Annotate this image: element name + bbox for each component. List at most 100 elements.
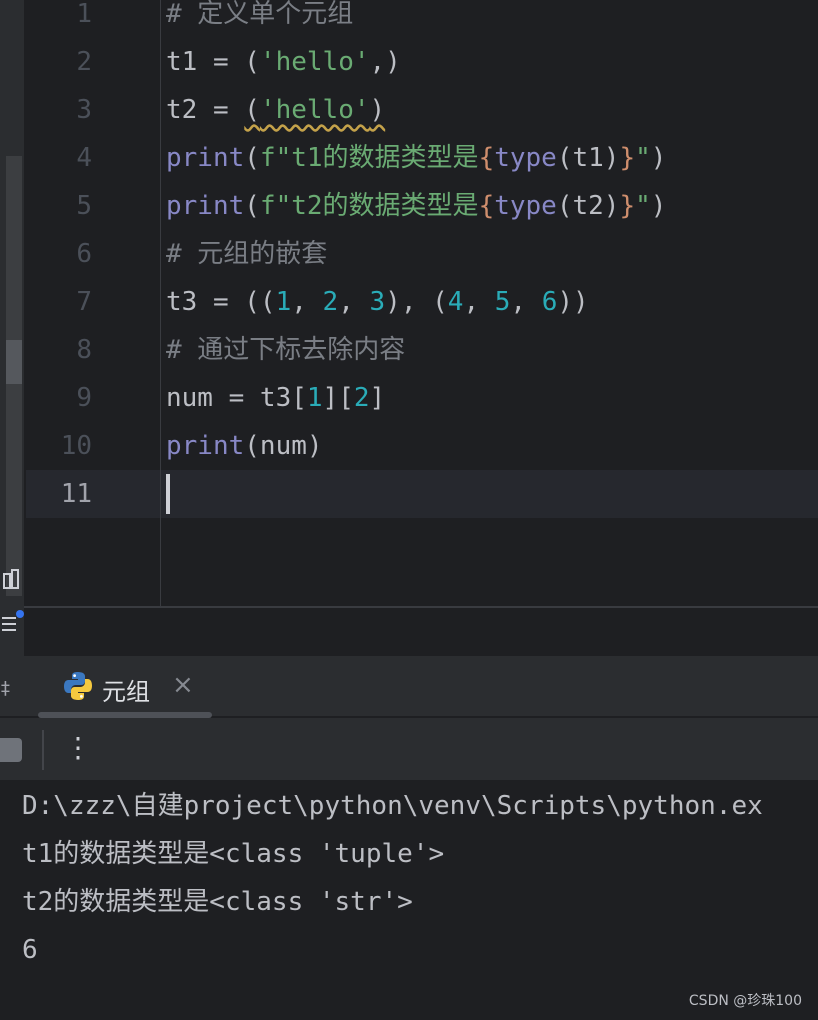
code-token: # 元组的嵌套 (166, 239, 328, 269)
code-token: print (166, 143, 245, 173)
line-number: 5 (76, 191, 92, 221)
run-toolbar: ⋮ (0, 718, 818, 780)
code-token: 2 (353, 383, 370, 413)
code-token: ( (244, 95, 260, 125)
code-token: ) (650, 191, 667, 221)
line-number: 8 (76, 335, 92, 365)
console-line: t2的数据类型是<class 'str'> (22, 887, 413, 917)
tool-window-marker: ‡ (0, 678, 11, 699)
code-text[interactable]: # 通过下标去除内容 (166, 326, 405, 374)
code-editor[interactable]: 1 # 定义单个元组 2 t1 = ('hello',) 3 t2 = ('hello')… (0, 0, 818, 606)
code-token: t2 = (166, 95, 245, 125)
code-token: 1 (275, 287, 292, 317)
tab-run-config[interactable]: 元组 × (40, 656, 212, 716)
code-line[interactable]: 2 t1 = ('hello',) (0, 38, 818, 86)
code-token: 'hello' (259, 47, 370, 77)
close-icon[interactable]: × (172, 670, 194, 700)
code-token: 2 (322, 287, 339, 317)
scrollbar-thumb[interactable] (6, 340, 22, 384)
bookmarks-icon[interactable] (0, 608, 24, 636)
line-number: 2 (76, 47, 92, 77)
code-token: 5 (494, 287, 511, 317)
structure-icon[interactable] (2, 568, 22, 592)
line-number: 10 (60, 431, 92, 461)
code-text[interactable]: num = t3[1][2] (166, 374, 385, 422)
code-line[interactable]: 7 t3 = ((1, 2, 3), (4, 5, 6)) (0, 278, 818, 326)
code-token: ) (369, 95, 386, 125)
code-token: , (510, 287, 542, 317)
more-options-icon[interactable]: ⋮ (64, 732, 92, 766)
code-token: print (166, 431, 245, 461)
code-token: print (166, 191, 245, 221)
code-text[interactable]: t2 = ('hello') (166, 86, 385, 134)
code-token: } (619, 143, 636, 173)
code-token: (num) (244, 431, 323, 461)
code-line[interactable]: 1 # 定义单个元组 (0, 0, 818, 38)
code-token: num = t3[ (166, 383, 307, 413)
code-text[interactable]: print(f"t1的数据类型是{type(t1)}") (166, 134, 666, 182)
code-text[interactable]: print(f"t2的数据类型是{type(t2)}") (166, 182, 666, 230)
code-line[interactable]: 9 num = t3[1][2] (0, 374, 818, 422)
code-token: (t1) (556, 143, 620, 173)
code-token: , (291, 287, 323, 317)
code-token: (t2) (556, 191, 620, 221)
gutter-divider (160, 0, 161, 606)
code-token: ( (244, 191, 260, 221)
code-line[interactable]: 4 print(f"t1的数据类型是{type(t1)}") (0, 134, 818, 182)
code-text[interactable]: t3 = ((1, 2, 3), (4, 5, 6)) (166, 278, 589, 326)
line-number: 4 (76, 143, 92, 173)
code-token: f"t1的数据类型是 (259, 143, 479, 173)
left-tool-strip (0, 0, 24, 656)
vertical-scrollbar[interactable] (6, 156, 22, 596)
line-number: 11 (60, 479, 92, 509)
code-token: t1 = ( (166, 47, 260, 77)
code-token: type (494, 143, 557, 173)
console-line: D:\zzz\自建project\python\venv\Scripts\pyt… (22, 791, 763, 821)
editor-spacer (24, 608, 818, 656)
stop-button[interactable] (0, 738, 22, 762)
code-token: type (494, 191, 557, 221)
code-token: ), ( (385, 287, 448, 317)
code-token: ,) (369, 47, 401, 77)
toolbar-separator (42, 730, 44, 770)
code-token: { (478, 191, 495, 221)
code-token: " (635, 143, 651, 173)
code-token: ] (369, 383, 386, 413)
line-number: 6 (76, 239, 92, 269)
code-token: , (338, 287, 370, 317)
code-token: } (619, 191, 636, 221)
code-token: # 通过下标去除内容 (166, 335, 406, 365)
code-token: 6 (541, 287, 558, 317)
code-token: t3 = (( (166, 287, 276, 317)
console-line: t1的数据类型是<class 'tuple'> (22, 839, 445, 869)
code-line[interactable]: 11 (0, 470, 818, 518)
code-text[interactable]: t1 = ('hello',) (166, 38, 401, 86)
code-token: 1 (306, 383, 323, 413)
console-output[interactable]: D:\zzz\自建project\python\venv\Scripts\pyt… (0, 780, 818, 1020)
code-line[interactable]: 3 t2 = ('hello') (0, 86, 818, 134)
code-token: # 定义单个元组 (166, 0, 354, 29)
line-number: 1 (76, 0, 92, 29)
code-line[interactable]: 8 # 通过下标去除内容 (0, 326, 818, 374)
code-token: f"t2的数据类型是 (259, 191, 479, 221)
run-tab-bar: ‡ 元组 × (0, 656, 818, 716)
python-icon (62, 670, 94, 702)
code-token: ][ (322, 383, 354, 413)
code-text[interactable]: # 定义单个元组 (166, 0, 353, 38)
code-token: ) (650, 143, 667, 173)
line-number: 3 (76, 95, 92, 125)
code-text[interactable]: print(num) (166, 422, 323, 470)
watermark: CSDN @珍珠100 (688, 993, 802, 1009)
code-token: 4 (447, 287, 464, 317)
code-token: , (463, 287, 495, 317)
line-number: 9 (76, 383, 92, 413)
code-text[interactable]: # 元组的嵌套 (166, 230, 327, 278)
code-token: " (635, 191, 651, 221)
run-tab-label: 元组 (102, 678, 150, 706)
code-line[interactable]: 10 print(num) (0, 422, 818, 470)
code-line[interactable]: 5 print(f"t2的数据类型是{type(t2)}") (0, 182, 818, 230)
code-line[interactable]: 6 # 元组的嵌套 (0, 230, 818, 278)
text-caret (166, 474, 170, 514)
console-line: 6 (22, 935, 38, 965)
line-number: 7 (76, 287, 92, 317)
